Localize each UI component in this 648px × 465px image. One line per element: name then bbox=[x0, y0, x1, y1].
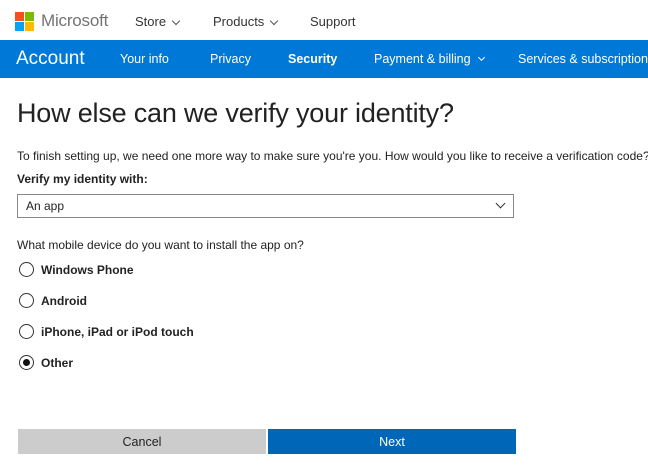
account-nav-your-info[interactable]: Your info bbox=[120, 52, 169, 66]
account-nav-security[interactable]: Security bbox=[288, 52, 337, 66]
account-nav-payment-billing-label: Payment & billing bbox=[374, 52, 471, 66]
chevron-down-icon bbox=[495, 198, 506, 209]
microsoft-logo-icon bbox=[15, 11, 34, 31]
device-option-other[interactable]: Other bbox=[19, 355, 73, 370]
device-option-windows-phone[interactable]: Windows Phone bbox=[19, 262, 134, 277]
top-bar: Microsoft Store Products Support bbox=[0, 0, 648, 40]
device-option-android[interactable]: Android bbox=[19, 293, 87, 308]
logo-text: Microsoft bbox=[41, 11, 109, 30]
nav-products[interactable]: Products bbox=[213, 14, 279, 29]
device-question: What mobile device do you want to instal… bbox=[17, 238, 304, 252]
microsoft-logo[interactable]: Microsoft bbox=[15, 11, 108, 31]
verify-method-value: An app bbox=[26, 199, 65, 213]
device-option-label: Other bbox=[41, 355, 74, 370]
radio-button-checked[interactable] bbox=[19, 355, 34, 370]
verify-label: Verify my identity with: bbox=[17, 172, 148, 186]
nav-support[interactable]: Support bbox=[310, 14, 356, 29]
account-nav-bar: Account Your info Privacy Security Payme… bbox=[0, 40, 648, 78]
page-title: How else can we verify your identity? bbox=[17, 98, 454, 128]
chevron-down-icon bbox=[171, 16, 181, 26]
device-option-label: iPhone, iPad or iPod touch bbox=[41, 324, 194, 339]
account-nav-payment-billing[interactable]: Payment & billing bbox=[374, 52, 485, 66]
device-option-label: Windows Phone bbox=[41, 262, 134, 277]
next-button[interactable]: Next bbox=[268, 429, 516, 454]
radio-button[interactable] bbox=[19, 324, 34, 339]
nav-support-label: Support bbox=[310, 14, 356, 29]
account-brand[interactable]: Account bbox=[16, 48, 85, 70]
account-nav-services-subscriptions[interactable]: Services & subscriptions bbox=[518, 52, 648, 66]
chevron-down-icon bbox=[477, 53, 485, 62]
account-nav-privacy[interactable]: Privacy bbox=[210, 52, 251, 66]
radio-button[interactable] bbox=[19, 262, 34, 277]
verify-method-select[interactable]: An app bbox=[17, 194, 514, 218]
device-option-iphone[interactable]: iPhone, iPad or iPod touch bbox=[19, 324, 194, 339]
nav-products-label: Products bbox=[213, 14, 265, 29]
nav-store[interactable]: Store bbox=[135, 14, 181, 29]
nav-store-label: Store bbox=[135, 14, 167, 29]
radio-button[interactable] bbox=[19, 293, 34, 308]
page-description: To finish setting up, we need one more w… bbox=[17, 149, 648, 163]
cancel-button[interactable]: Cancel bbox=[18, 429, 266, 454]
chevron-down-icon bbox=[270, 16, 279, 26]
device-option-label: Android bbox=[41, 293, 87, 308]
